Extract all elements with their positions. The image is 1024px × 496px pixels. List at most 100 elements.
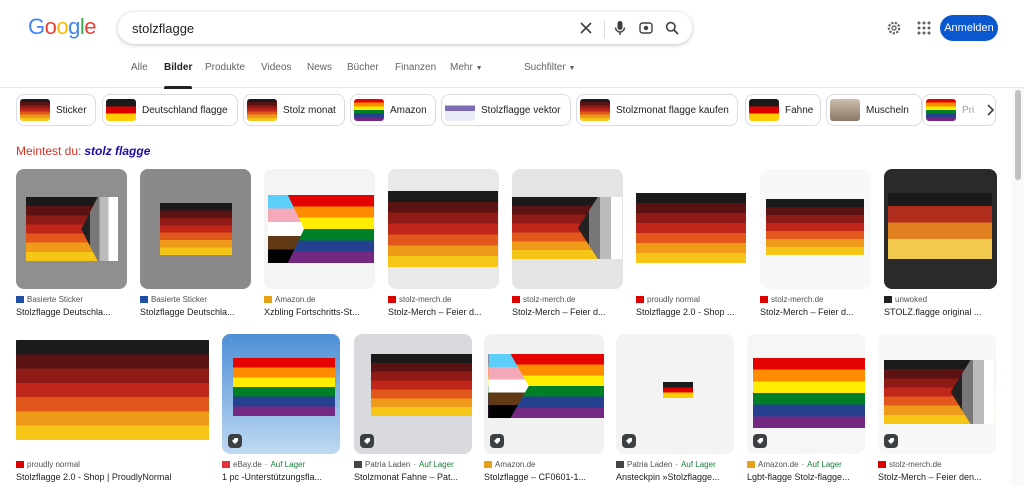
result-title[interactable]: Ansteckpin »Stolzflagge... bbox=[616, 472, 734, 482]
scrollbar-thumb[interactable] bbox=[1015, 90, 1021, 180]
image-result[interactable]: Amazon.de Stolzflagge – CF0601-1... bbox=[484, 334, 604, 496]
result-title[interactable]: Stolz-Merch – Feier d... bbox=[512, 307, 623, 317]
image-thumbnail[interactable] bbox=[616, 334, 734, 454]
result-title[interactable]: Stolzflagge 2.0 - Shop ... bbox=[636, 307, 747, 317]
image-result[interactable]: eBay.de · Auf Lager 1 pc -Unterstützungsfla… bbox=[222, 334, 340, 496]
flag-image bbox=[753, 358, 865, 428]
tab-produkte[interactable]: Produkte bbox=[205, 62, 245, 73]
result-source[interactable]: proudly normal bbox=[16, 460, 80, 469]
settings-icon[interactable] bbox=[884, 18, 904, 38]
result-title[interactable]: Stolz-Merch – Feier d... bbox=[760, 307, 871, 317]
image-thumbnail[interactable] bbox=[222, 334, 340, 454]
image-thumbnail[interactable] bbox=[484, 334, 604, 454]
result-source-label: Amazon.de bbox=[275, 295, 316, 304]
result-source[interactable]: Basierte Sticker bbox=[16, 295, 83, 304]
related-chip[interactable]: Stolzflagge vektor bbox=[441, 94, 571, 126]
google-logo[interactable]: Google bbox=[28, 14, 97, 40]
result-source[interactable]: Amazon.de · Auf Lager bbox=[747, 460, 842, 469]
result-source[interactable]: stolz-merch.de bbox=[760, 295, 823, 304]
scrollbar[interactable] bbox=[1012, 88, 1024, 486]
related-chip[interactable]: Muscheln bbox=[826, 94, 922, 126]
image-thumbnail[interactable] bbox=[388, 169, 499, 289]
mic-icon[interactable] bbox=[610, 18, 630, 38]
image-result[interactable]: stolz-merch.de Stolz-Merch – Feier d... bbox=[388, 169, 499, 331]
apps-icon[interactable] bbox=[914, 18, 934, 38]
result-source-label: Patria Laden bbox=[365, 460, 411, 469]
related-chip[interactable]: Sticker bbox=[16, 94, 96, 126]
result-source[interactable]: Patria Laden · Auf Lager bbox=[616, 460, 716, 469]
image-result[interactable]: proudly normal Stolzflagge 2.0 - Shop | P… bbox=[16, 334, 209, 496]
result-source[interactable]: stolz-merch.de bbox=[512, 295, 575, 304]
result-source[interactable]: proudly normal bbox=[636, 295, 700, 304]
result-source-label: eBay.de bbox=[233, 460, 262, 469]
image-thumbnail[interactable] bbox=[354, 334, 472, 454]
result-source[interactable]: Amazon.de bbox=[264, 295, 315, 304]
search-input[interactable] bbox=[132, 18, 552, 38]
image-result[interactable]: Basierte Sticker Stolzflagge Deutschla... bbox=[16, 169, 127, 331]
image-thumbnail[interactable] bbox=[264, 169, 375, 289]
result-source[interactable]: Patria Laden · Auf Lager bbox=[354, 460, 454, 469]
site-favicon-icon bbox=[512, 296, 520, 303]
result-source[interactable]: eBay.de · Auf Lager bbox=[222, 460, 305, 469]
image-result[interactable]: Amazon.de Xzbling Fortschritts-St... bbox=[264, 169, 375, 331]
image-result[interactable]: proudly normal Stolzflagge 2.0 - Shop ... bbox=[636, 169, 747, 331]
image-result[interactable]: stolz-merch.de Stolz-Merch – Feier d... bbox=[760, 169, 871, 331]
site-favicon-icon bbox=[760, 296, 768, 303]
result-title[interactable]: Stolz-Merch – Feier den... bbox=[878, 472, 996, 482]
result-title[interactable]: Stolzflagge – CF0601-1... bbox=[484, 472, 604, 482]
result-source[interactable]: stolz-merch.de bbox=[878, 460, 941, 469]
result-source[interactable]: stolz-merch.de bbox=[388, 295, 451, 304]
separator-dot: · bbox=[675, 460, 679, 469]
result-title[interactable]: Xzbling Fortschritts-St... bbox=[264, 307, 375, 317]
related-chip[interactable]: Stolzmonat flagge kaufen bbox=[576, 94, 738, 126]
related-chip[interactable]: Stolz monat bbox=[243, 94, 345, 126]
image-thumbnail[interactable] bbox=[760, 169, 871, 289]
tab-videos[interactable]: Videos bbox=[261, 62, 291, 73]
image-thumbnail[interactable] bbox=[884, 169, 997, 289]
result-source[interactable]: Amazon.de bbox=[484, 460, 535, 469]
tab-suchfilter[interactable]: Suchfilter ▼ bbox=[524, 62, 575, 73]
image-thumbnail[interactable] bbox=[636, 169, 747, 289]
image-thumbnail[interactable] bbox=[16, 169, 127, 289]
image-result[interactable]: Patria Laden · Auf Lager Ansteckpin »Stolzf… bbox=[616, 334, 734, 496]
image-thumbnail[interactable] bbox=[512, 169, 623, 289]
result-title[interactable]: Stolz-Merch – Feier d... bbox=[388, 307, 499, 317]
related-chip[interactable]: Amazon bbox=[350, 94, 436, 126]
tab-buecher[interactable]: Bücher bbox=[347, 62, 379, 73]
chevron-right-icon[interactable] bbox=[980, 100, 1000, 120]
image-thumbnail[interactable] bbox=[747, 334, 865, 454]
result-title[interactable]: Stolzflagge Deutschla... bbox=[140, 307, 251, 317]
tab-mehr[interactable]: Mehr ▼ bbox=[450, 62, 483, 73]
image-result[interactable]: stolz-merch.de Stolz-Merch – Feier d... bbox=[512, 169, 623, 331]
result-title[interactable]: Stolzmonat Fahne – Pat... bbox=[354, 472, 472, 482]
did-you-mean-link[interactable]: stolz flagge bbox=[84, 144, 150, 158]
result-source[interactable]: Basierte Sticker bbox=[140, 295, 207, 304]
tab-bilder[interactable]: Bilder bbox=[164, 62, 193, 89]
tab-alle[interactable]: Alle bbox=[131, 62, 148, 73]
image-thumbnail[interactable] bbox=[16, 334, 209, 454]
tab-finanzen[interactable]: Finanzen bbox=[395, 62, 436, 73]
result-title[interactable]: 1 pc -Unterstützungsfla... bbox=[222, 472, 340, 482]
result-title[interactable]: Stolzflagge Deutschla... bbox=[16, 307, 127, 317]
image-result[interactable]: unwoked STOLZ.flagge original ... bbox=[884, 169, 997, 331]
image-result[interactable]: Patria Laden · Auf Lager Stolzmonat Fahne –… bbox=[354, 334, 472, 496]
result-source[interactable]: unwoked bbox=[884, 295, 927, 304]
result-title[interactable]: Lgbt-flagge Stolz-flagge... bbox=[747, 472, 865, 482]
image-result[interactable]: Amazon.de · Auf Lager Lgbt-flagge Stolz-fla… bbox=[747, 334, 865, 496]
image-thumbnail[interactable] bbox=[878, 334, 996, 454]
clear-icon[interactable] bbox=[576, 18, 596, 38]
tab-mehr-label: Mehr bbox=[450, 62, 473, 73]
image-result[interactable]: Basierte Sticker Stolzflagge Deutschla... bbox=[140, 169, 251, 331]
tab-news[interactable]: News bbox=[307, 62, 332, 73]
image-thumbnail[interactable] bbox=[140, 169, 251, 289]
site-favicon-icon bbox=[222, 461, 230, 468]
related-chip[interactable]: Fahne bbox=[745, 94, 821, 126]
result-title[interactable]: Stolzflagge 2.0 - Shop | ProudlyNormal bbox=[16, 472, 209, 482]
image-result[interactable]: stolz-merch.de Stolz-Merch – Feier den... bbox=[878, 334, 996, 496]
lens-icon[interactable] bbox=[636, 18, 656, 38]
related-chip[interactable]: Deutschland flagge bbox=[102, 94, 238, 126]
search-icon[interactable] bbox=[662, 18, 682, 38]
result-source-label: unwoked bbox=[895, 295, 928, 304]
signin-button[interactable]: Anmelden bbox=[940, 15, 998, 41]
result-title[interactable]: STOLZ.flagge original ... bbox=[884, 307, 997, 317]
